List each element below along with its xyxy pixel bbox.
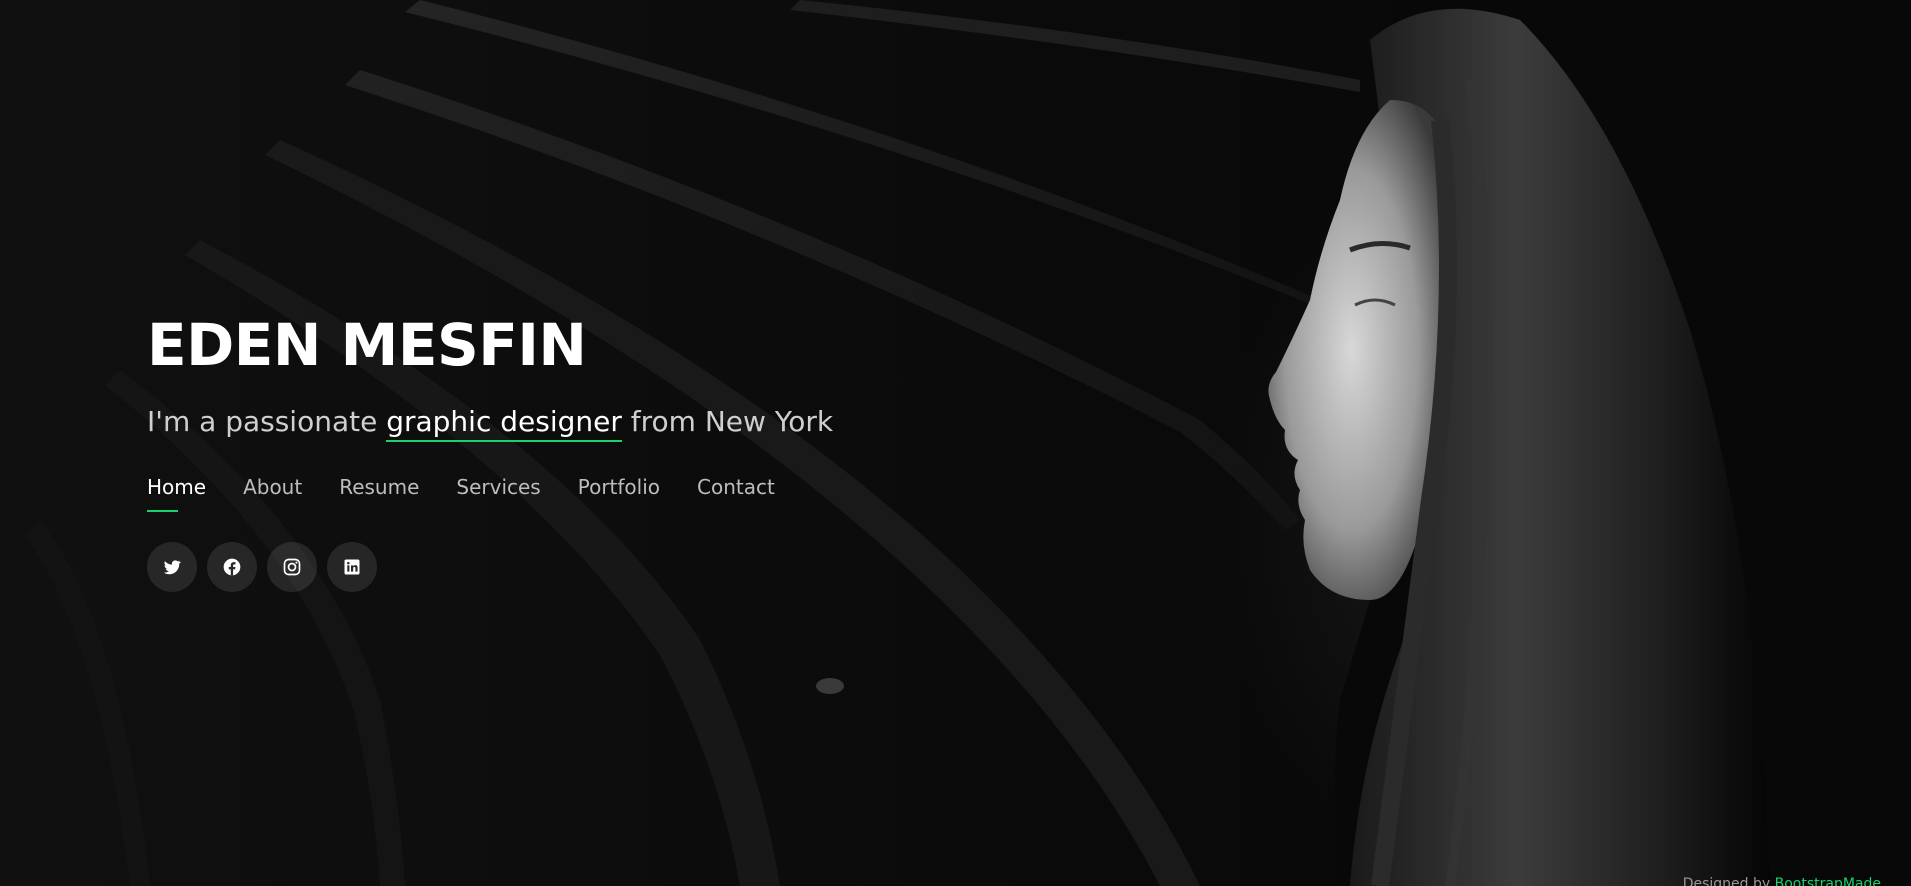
footer-credit: Designed by BootstrapMade <box>1683 876 1881 886</box>
instagram-button[interactable] <box>267 542 317 592</box>
tagline-highlight: graphic designer <box>386 405 622 442</box>
nav-item-home[interactable]: Home <box>147 472 206 512</box>
tagline-suffix: from New York <box>621 405 834 438</box>
hero-section: EDEN MESFIN I'm a passionate graphic des… <box>0 0 1911 886</box>
facebook-icon <box>223 558 241 576</box>
credit-prefix: Designed by <box>1682 876 1775 886</box>
linkedin-button[interactable] <box>327 542 377 592</box>
main-nav: Home About Resume Services Portfolio Con… <box>147 472 867 512</box>
nav-item-resume[interactable]: Resume <box>339 472 419 502</box>
tagline-prefix: I'm a passionate <box>147 405 387 438</box>
nav-item-services[interactable]: Services <box>456 472 540 502</box>
linkedin-icon <box>344 559 360 575</box>
instagram-icon <box>283 558 301 576</box>
hero-content: EDEN MESFIN I'm a passionate graphic des… <box>147 310 867 592</box>
hero-tagline: I'm a passionate graphic designer from N… <box>147 402 867 442</box>
nav-item-portfolio[interactable]: Portfolio <box>578 472 660 502</box>
credit-link[interactable]: BootstrapMade <box>1775 876 1881 886</box>
social-links <box>147 542 867 592</box>
twitter-icon <box>163 560 181 575</box>
twitter-button[interactable] <box>147 542 197 592</box>
nav-item-about[interactable]: About <box>243 472 302 502</box>
facebook-button[interactable] <box>207 542 257 592</box>
nav-item-contact[interactable]: Contact <box>697 472 775 502</box>
hero-name: EDEN MESFIN <box>147 311 587 379</box>
